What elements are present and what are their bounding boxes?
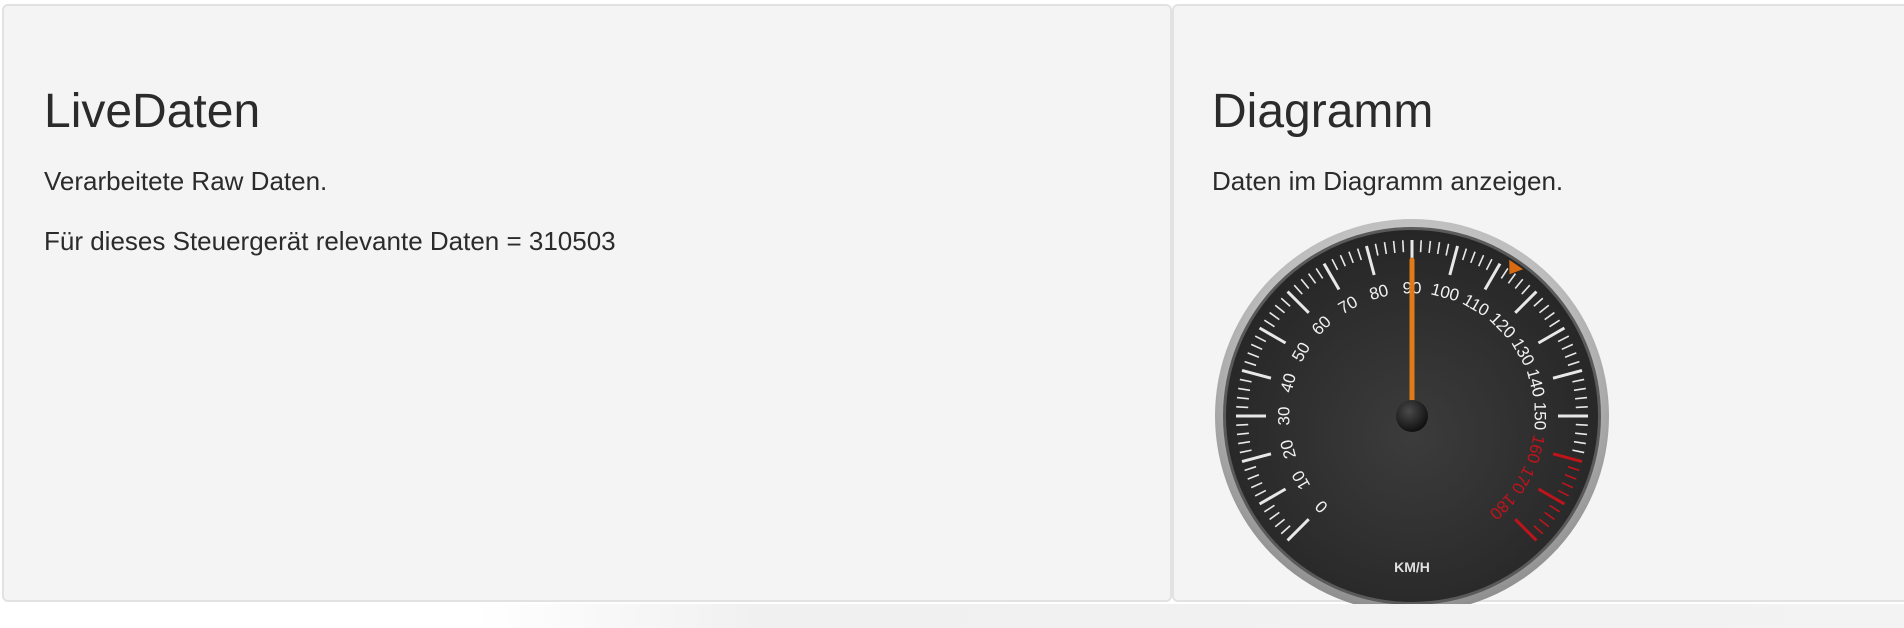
diagram-description: Daten im Diagramm anzeigen. [1212,166,1564,196]
gauge-minor-tick [1419,240,1423,253]
gauge-minor-tick [1236,423,1249,427]
gauge-tick-label: 150 [1531,402,1550,430]
gauge-minor-tick [1575,423,1588,427]
live-data-panel: LiveDaten Verarbeitete Raw Daten. Für di… [2,4,1172,602]
gauge-tick-label: 30 [1275,407,1294,426]
gauge-minor-tick [1575,405,1588,409]
relevant-data-text: Für dieses Steuergerät relevante Daten =… [44,226,616,256]
diagram-title: Diagramm [1212,85,1434,138]
gauge-unit-label: KM/H [1394,559,1430,575]
gauge-minor-tick [1236,405,1249,409]
speedometer-svg: 0102030405060708090100110120130140150160… [1215,219,1609,613]
bottom-shade [0,604,1904,628]
gauge-minor-tick [1401,240,1405,253]
diagram-panel: Diagramm Daten im Diagramm anzeigen. 0 1… [1172,4,1904,613]
live-data-title: LiveDaten [44,85,261,138]
live-data-description: Verarbeitete Raw Daten. [44,166,328,196]
gauge-hub [1396,400,1428,432]
speedometer-gauge: 0102030405060708090100110120130140150160… [1214,218,1610,614]
